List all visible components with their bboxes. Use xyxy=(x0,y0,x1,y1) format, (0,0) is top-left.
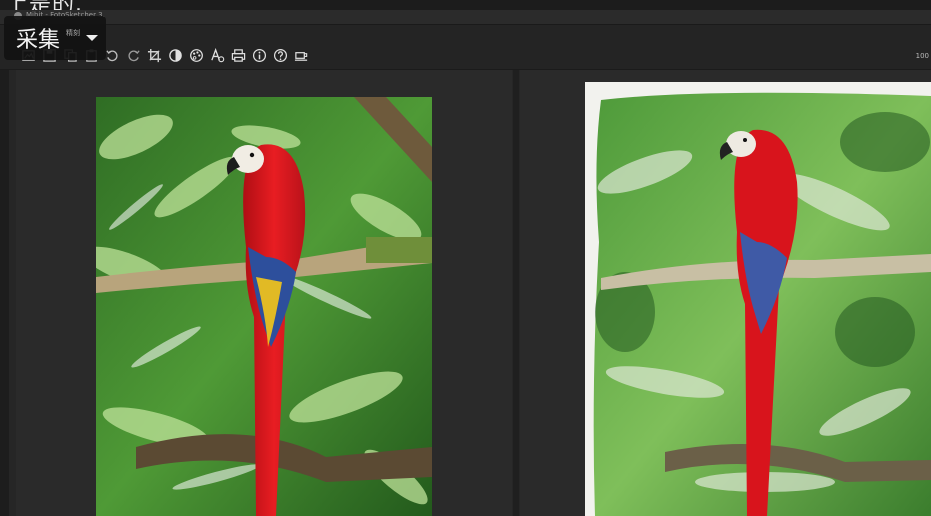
panel-divider[interactable] xyxy=(513,70,519,516)
overlay-caption-sub: 精刻 xyxy=(66,29,81,37)
overlay-caption[interactable]: 采集 精刻 xyxy=(4,16,107,60)
print-icon[interactable] xyxy=(230,47,246,63)
crop-icon[interactable] xyxy=(146,47,162,63)
help-icon[interactable] xyxy=(272,47,288,63)
sketch-photo xyxy=(585,82,931,516)
contrast-icon[interactable] xyxy=(167,47,183,63)
left-edge xyxy=(0,70,9,516)
overlay-caption-text: 采集 xyxy=(16,28,61,53)
palette-icon[interactable] xyxy=(188,47,204,63)
sketch-image-panel[interactable] xyxy=(520,70,931,516)
title-bar: Mibit - FotoSketcher 3. xyxy=(0,10,931,25)
info-icon[interactable] xyxy=(251,47,267,63)
top-strip xyxy=(0,0,931,10)
text-icon[interactable] xyxy=(209,47,225,63)
redo-icon[interactable] xyxy=(125,47,141,63)
chevron-down-icon[interactable] xyxy=(86,35,99,41)
undo-icon[interactable] xyxy=(104,47,120,63)
zoom-level: 100 xyxy=(915,52,929,60)
original-image-panel[interactable] xyxy=(16,70,512,516)
original-photo xyxy=(96,97,432,516)
coffee-icon[interactable] xyxy=(293,47,309,63)
